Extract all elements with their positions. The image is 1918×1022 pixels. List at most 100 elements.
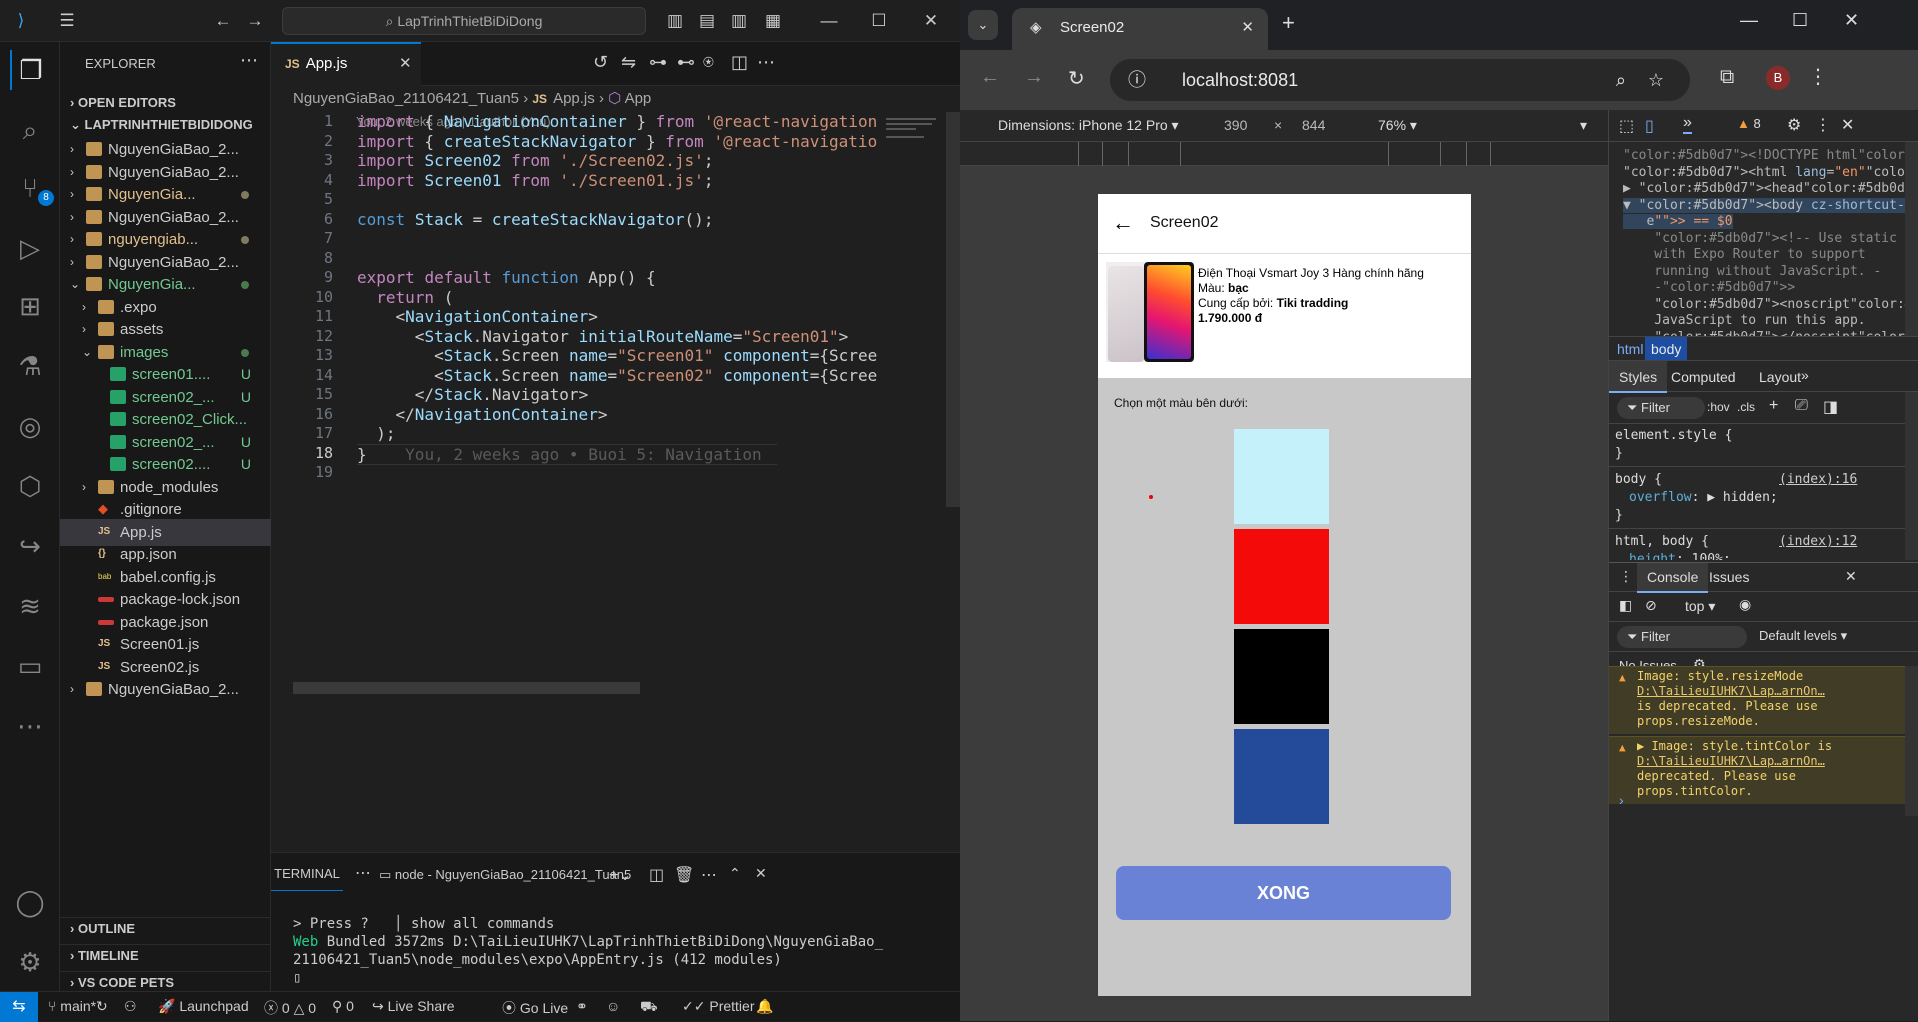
- section-outline[interactable]: › OUTLINE: [60, 917, 271, 939]
- git-commit-icon[interactable]: ⊶: [649, 52, 667, 73]
- editor-vertical-scrollbar[interactable]: [946, 112, 960, 507]
- code-line[interactable]: </NavigationContainer>: [357, 405, 608, 424]
- terminal-more-icon[interactable]: ⋯: [701, 865, 717, 885]
- styles-filter-input[interactable]: ⏷ Filter: [1617, 397, 1705, 419]
- tab-issues[interactable]: Issues: [1709, 569, 1749, 585]
- timeline-history-icon[interactable]: ↺: [593, 52, 608, 73]
- dom-node[interactable]: "color:#5db0d7"><noscript"color:#5db0d7"…: [1623, 297, 1905, 312]
- new-rule-icon[interactable]: +: [1769, 397, 1778, 415]
- tab-computed[interactable]: Computed: [1671, 369, 1736, 385]
- prettier-status[interactable]: ✓✓ Prettier: [682, 998, 754, 1015]
- breadcrumb-file[interactable]: App.js: [553, 90, 595, 107]
- code-line[interactable]: const Stack = createStackNavigator();: [357, 210, 713, 229]
- dom-node[interactable]: ▶ "color:#5db0d7"><head"color:#5db0d7">>…: [1623, 181, 1905, 196]
- gitlens-status-icon[interactable]: ⚇: [124, 998, 137, 1015]
- branch-indicator[interactable]: ⑂ main*: [48, 998, 96, 1014]
- terminal-output[interactable]: > Press ? │ show all commands Web Bundle…: [293, 897, 913, 987]
- code-line[interactable]: import { createStackNavigator } from '@r…: [357, 132, 877, 151]
- testing-icon[interactable]: ⚗: [10, 346, 50, 386]
- console-sidebar-icon[interactable]: ◧: [1619, 597, 1632, 614]
- toggle-sidebar-icon[interactable]: ▥: [664, 10, 686, 32]
- drawer-menu-icon[interactable]: ⋮: [1619, 568, 1633, 585]
- color-swatch[interactable]: [1234, 629, 1329, 724]
- split-terminal-icon[interactable]: ◫: [649, 865, 664, 885]
- dom-node[interactable]: running without JavaScript. -: [1623, 264, 1881, 279]
- dom-node[interactable]: -"color:#5db0d7">>: [1623, 280, 1795, 295]
- remote-indicator-icon[interactable]: ⇆: [0, 992, 38, 1022]
- golive-status[interactable]: ⦿ Go Live: [502, 998, 568, 1018]
- element-state-icon[interactable]: ⎚: [1795, 397, 1808, 415]
- inline-blame[interactable]: You, 2 weeks ago • Buoi 5: Navigation: [367, 445, 761, 464]
- explorer-more-icon[interactable]: ⋯: [240, 50, 258, 71]
- device-width-input[interactable]: 390: [1224, 117, 1247, 133]
- code-line[interactable]: return (: [357, 288, 453, 307]
- code-line[interactable]: </Stack.Navigator>: [357, 385, 588, 404]
- css-selector[interactable]: body {: [1615, 472, 1662, 487]
- style-rules[interactable]: element.style {} body {(index):16 overflow…: [1609, 424, 1905, 560]
- ports-status[interactable]: ⚲ 0: [332, 998, 354, 1015]
- device-height-input[interactable]: 844: [1302, 117, 1325, 133]
- tab-terminal[interactable]: TERMINAL: [271, 863, 343, 891]
- explorer-icon[interactable]: ❐: [10, 50, 50, 90]
- more-tabs-icon[interactable]: »: [1801, 367, 1809, 383]
- dom-node[interactable]: e"">> == $0: [1623, 214, 1733, 229]
- clear-console-icon[interactable]: ⊘: [1645, 597, 1657, 614]
- code-line[interactable]: } You, 2 weeks ago • Buoi 5: Navigation: [357, 443, 777, 465]
- code-line[interactable]: <Stack.Screen name="Screen02" component=…: [357, 366, 877, 385]
- close-panel-icon[interactable]: ✕: [755, 865, 767, 882]
- color-swatch[interactable]: [1234, 729, 1329, 824]
- menu-icon[interactable]: ☰: [56, 10, 78, 32]
- css-selector[interactable]: html, body {: [1615, 534, 1709, 549]
- close-icon[interactable]: ✕: [920, 10, 942, 32]
- run-debug-icon[interactable]: ▷: [10, 228, 50, 268]
- accounts-icon[interactable]: ◯: [10, 882, 50, 922]
- toggle-device-icon[interactable]: ▯: [1645, 116, 1654, 136]
- dom-node[interactable]: "color:#5db0d7"><html lang="en""color:#5…: [1623, 165, 1905, 180]
- editor-horizontal-scrollbar[interactable]: [293, 682, 640, 694]
- gitlens-icon[interactable]: ⍟: [703, 52, 714, 73]
- more-icon[interactable]: ⋯: [10, 706, 50, 746]
- log-levels-selector[interactable]: Default levels ▾: [1759, 628, 1847, 644]
- dom-node[interactable]: "color:#5db0d7"><!-- Use static renderin…: [1623, 231, 1905, 246]
- new-tab-icon[interactable]: +: [1282, 10, 1295, 36]
- back-icon[interactable]: ←: [980, 66, 1000, 89]
- panel-more-icon[interactable]: ⋯: [355, 863, 371, 883]
- code-line[interactable]: import Screen02 from './Screen02.js';: [357, 151, 713, 170]
- tab-styles[interactable]: Styles: [1609, 361, 1668, 393]
- settings-gear-icon[interactable]: ⚙: [10, 942, 50, 982]
- more-panels-icon[interactable]: »: [1683, 114, 1692, 134]
- chrome-menu-icon[interactable]: ⋮: [1808, 64, 1828, 89]
- tree-item[interactable]: › NguyenGiaBao_2...: [60, 676, 271, 703]
- done-button[interactable]: XONG: [1116, 866, 1451, 920]
- devtools-close-icon[interactable]: ✕: [1841, 115, 1854, 135]
- containers-icon[interactable]: ⬡: [10, 466, 50, 506]
- live-expression-icon[interactable]: ◉: [1739, 596, 1751, 613]
- notifications-icon[interactable]: 🔔: [756, 998, 773, 1015]
- devtools-more-icon[interactable]: ⋮: [1815, 115, 1831, 135]
- minimize-icon[interactable]: —: [1740, 10, 1758, 31]
- code-line[interactable]: <Stack.Navigator initialRouteName="Scree…: [357, 327, 849, 346]
- extension-status-icon[interactable]: ☺: [606, 998, 620, 1014]
- terminal-instance[interactable]: ▭ node - NguyenGiaBao_21106421_Tuan5: [379, 867, 631, 883]
- color-swatch[interactable]: [1234, 529, 1329, 624]
- minimize-icon[interactable]: —: [818, 10, 840, 32]
- section-timeline[interactable]: › TIMELINE: [60, 944, 271, 966]
- minimap[interactable]: [886, 112, 946, 152]
- liveshare-status[interactable]: ↪ Live Share: [372, 998, 455, 1015]
- code-line[interactable]: <NavigationContainer>: [357, 307, 598, 326]
- code-line[interactable]: import { NavigationContainer } from '@re…: [357, 112, 877, 131]
- device-more-icon[interactable]: ▾: [1580, 117, 1587, 134]
- breadcrumb-symbol[interactable]: App: [625, 90, 652, 107]
- tab-app-js[interactable]: JS App.js ✕: [271, 42, 421, 86]
- context-selector[interactable]: top ▾: [1685, 598, 1715, 615]
- console-warning[interactable]: ▲ Image: style.resizeMode D:\TaiLieuIUHK7…: [1609, 666, 1905, 734]
- kill-terminal-icon[interactable]: 🗑: [674, 865, 694, 885]
- git-compare-icon[interactable]: ⊷: [677, 52, 695, 73]
- extensions-icon[interactable]: ⧉: [1720, 66, 1734, 89]
- forward-arrow-icon[interactable]: →: [244, 10, 266, 32]
- dom-node[interactable]: JavaScript to run this app.: [1623, 313, 1865, 328]
- customize-layout-icon[interactable]: ▦: [762, 10, 784, 32]
- tab-search-icon[interactable]: ⌄: [968, 10, 998, 40]
- problems-status[interactable]: ⓧ 0 △ 0: [264, 998, 316, 1018]
- code-line[interactable]: export default function App() {: [357, 268, 656, 287]
